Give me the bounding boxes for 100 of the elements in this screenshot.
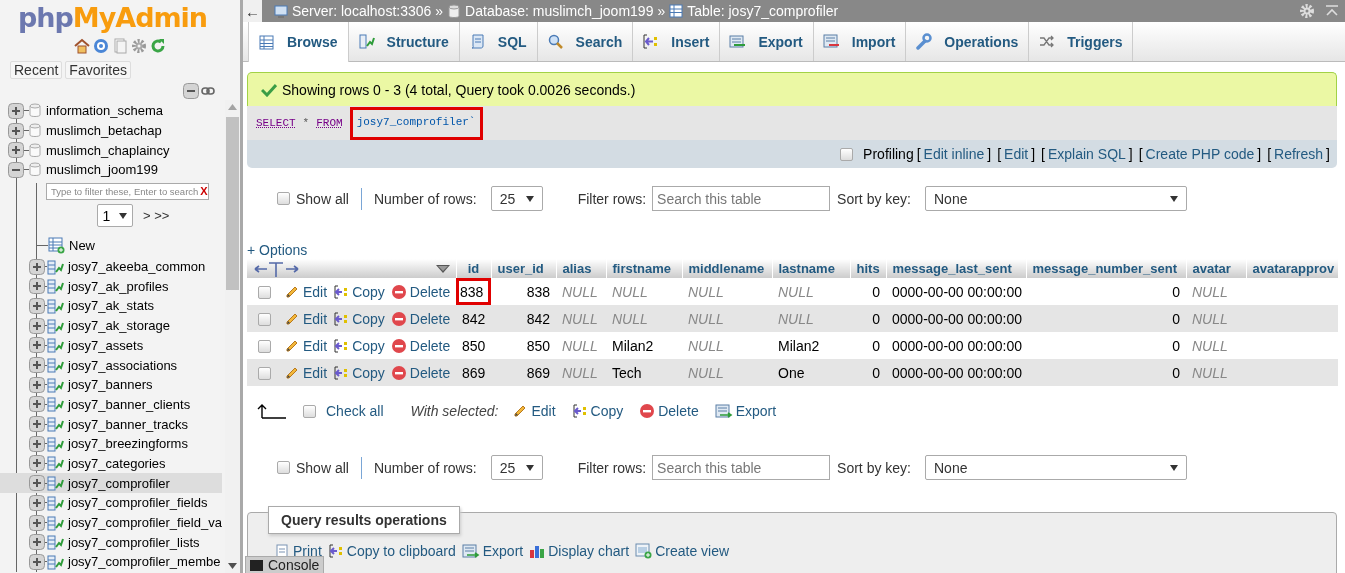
- table-link[interactable]: josy7_breezingforms: [68, 436, 188, 452]
- table-link[interactable]: josy7_ak_storage: [68, 318, 170, 334]
- tab[interactable]: Browse: [248, 22, 349, 62]
- expand-icon[interactable]: [29, 278, 45, 295]
- link[interactable]: Explain SQL: [1048, 146, 1126, 162]
- table-link[interactable]: josy7_assets: [68, 337, 144, 353]
- breadcrumb-link[interactable]: Server: localhost:3306: [292, 3, 432, 19]
- column-header[interactable]: message_last_sent: [886, 259, 1026, 278]
- database-link[interactable]: information_schema: [46, 103, 164, 119]
- print-link[interactable]: Print: [274, 543, 322, 559]
- search-field[interactable]: Search this table: [652, 455, 831, 480]
- delete-link[interactable]: Delete: [390, 364, 451, 381]
- link-icon[interactable]: [201, 86, 215, 96]
- edit-link[interactable]: Edit: [284, 283, 328, 300]
- link[interactable]: Create PHP code: [1145, 146, 1255, 162]
- checkbox[interactable]: [258, 340, 271, 354]
- new-link[interactable]: New: [69, 238, 95, 254]
- database-link[interactable]: muslimch_chaplaincy: [46, 142, 170, 158]
- back-button[interactable]: ←: [243, 0, 262, 22]
- tab[interactable]: Triggers: [1029, 22, 1134, 61]
- table-name-link[interactable]: josy7_comprofiler`: [349, 106, 484, 140]
- tree-item[interactable]: josy7_banner_clients: [0, 394, 222, 415]
- delete-link[interactable]: Delete: [390, 337, 451, 354]
- table-link[interactable]: josy7_banners: [68, 377, 153, 393]
- tree-item[interactable]: josy7_comprofiler_field_va: [0, 512, 222, 533]
- expand-icon[interactable]: [29, 455, 45, 472]
- table-link[interactable]: josy7_comprofiler: [68, 475, 170, 491]
- collapse-all-icon[interactable]: [183, 83, 199, 99]
- column-header[interactable]: id: [456, 259, 491, 278]
- link[interactable]: Edit: [1004, 146, 1029, 162]
- expand-icon[interactable]: [29, 435, 45, 452]
- help-icon[interactable]: [93, 38, 109, 54]
- filter-field[interactable]: Type to filter these, Enter to search X: [46, 182, 209, 200]
- options-link[interactable]: + Options: [247, 242, 308, 258]
- dropdown-icon[interactable]: [119, 212, 128, 219]
- tree-item[interactable]: josy7_associations: [0, 355, 222, 375]
- tab[interactable]: SQL: [459, 22, 538, 61]
- delete-link[interactable]: Delete: [639, 403, 699, 419]
- expand-icon[interactable]: [29, 553, 45, 570]
- tab[interactable]: Operations: [906, 22, 1030, 61]
- expand-icon[interactable]: [29, 376, 45, 393]
- tree-item[interactable]: josy7_categories: [0, 453, 222, 474]
- tree-item[interactable]: josy7_ak_storage: [0, 315, 222, 336]
- expand-icon[interactable]: [8, 142, 24, 159]
- checkbox[interactable]: [277, 461, 290, 474]
- page-next-link[interactable]: > >>: [143, 208, 170, 224]
- checkbox[interactable]: [258, 313, 271, 327]
- table-link[interactable]: josy7_comprofiler_field_va: [68, 515, 222, 531]
- edit-link[interactable]: Edit: [284, 310, 328, 327]
- column-header[interactable]: firstname: [606, 259, 682, 278]
- expand-icon[interactable]: [29, 357, 45, 374]
- database-link[interactable]: muslimch_joom199: [46, 162, 158, 178]
- search-field[interactable]: Search this table: [652, 186, 831, 211]
- dropdown-icon[interactable]: [525, 464, 534, 471]
- table-link[interactable]: josy7_categories: [68, 455, 166, 471]
- rows-select[interactable]: 25: [490, 455, 543, 480]
- copy-link[interactable]: Copy: [333, 310, 385, 327]
- tree-item[interactable]: josy7_comprofiler_fields: [0, 493, 222, 513]
- table-link[interactable]: josy7_ak_stats: [68, 298, 154, 314]
- tree-item[interactable]: josy7_banners: [0, 374, 222, 395]
- tab[interactable]: Insert: [633, 22, 721, 61]
- tab[interactable]: Structure: [348, 22, 460, 61]
- column-resize-icon[interactable]: [253, 260, 301, 277]
- tree-item[interactable]: josy7_comprofiler_membe: [0, 552, 222, 572]
- table-link[interactable]: josy7_comprofiler_membe: [68, 554, 221, 570]
- column-header[interactable]: user_id: [491, 259, 556, 278]
- export-link[interactable]: Export: [461, 543, 524, 559]
- expand-icon[interactable]: [29, 337, 45, 354]
- table-link[interactable]: josy7_comprofiler_fields: [68, 495, 208, 511]
- expand-icon[interactable]: [8, 102, 24, 119]
- dropdown-icon[interactable]: [525, 195, 534, 202]
- sidebar-tab[interactable]: Recent: [10, 61, 63, 79]
- delete-link[interactable]: Delete: [390, 283, 451, 300]
- copy-to-clipboard-link[interactable]: Copy to clipboard: [327, 543, 456, 559]
- expand-icon[interactable]: [29, 475, 45, 492]
- tree-item[interactable]: josy7_ak_profiles: [0, 276, 222, 297]
- expand-icon[interactable]: [29, 416, 45, 433]
- checkbox[interactable]: [303, 404, 316, 418]
- expand-icon[interactable]: [29, 297, 45, 314]
- checkbox[interactable]: [258, 286, 271, 300]
- table-link[interactable]: josy7_banner_clients: [68, 396, 191, 412]
- breadcrumb-link[interactable]: Table: josy7_comprofiler: [687, 3, 839, 19]
- edit-link[interactable]: Edit: [284, 337, 328, 354]
- edit-link[interactable]: Edit: [512, 403, 556, 419]
- checkbox[interactable]: [277, 192, 290, 205]
- expand-icon[interactable]: [29, 514, 45, 531]
- column-header[interactable]: hits: [850, 259, 886, 278]
- chart-link[interactable]: Display chart: [529, 543, 630, 559]
- view-link[interactable]: Create view: [635, 543, 730, 559]
- copy-link[interactable]: Copy: [333, 364, 385, 381]
- tree-item[interactable]: josy7_banner_tracks: [0, 414, 222, 434]
- column-header[interactable]: lastname: [772, 259, 850, 278]
- sort-select[interactable]: None: [925, 455, 1187, 480]
- dropdown-icon[interactable]: [1170, 464, 1178, 471]
- tab[interactable]: Search: [537, 22, 634, 61]
- tree-item[interactable]: josy7_ak_stats: [0, 296, 222, 316]
- tree-item[interactable]: josy7_comprofiler_lists: [0, 532, 222, 553]
- checkbox[interactable]: [258, 367, 271, 381]
- table-link[interactable]: josy7_comprofiler_lists: [68, 534, 200, 550]
- copy-link[interactable]: Copy: [333, 337, 385, 354]
